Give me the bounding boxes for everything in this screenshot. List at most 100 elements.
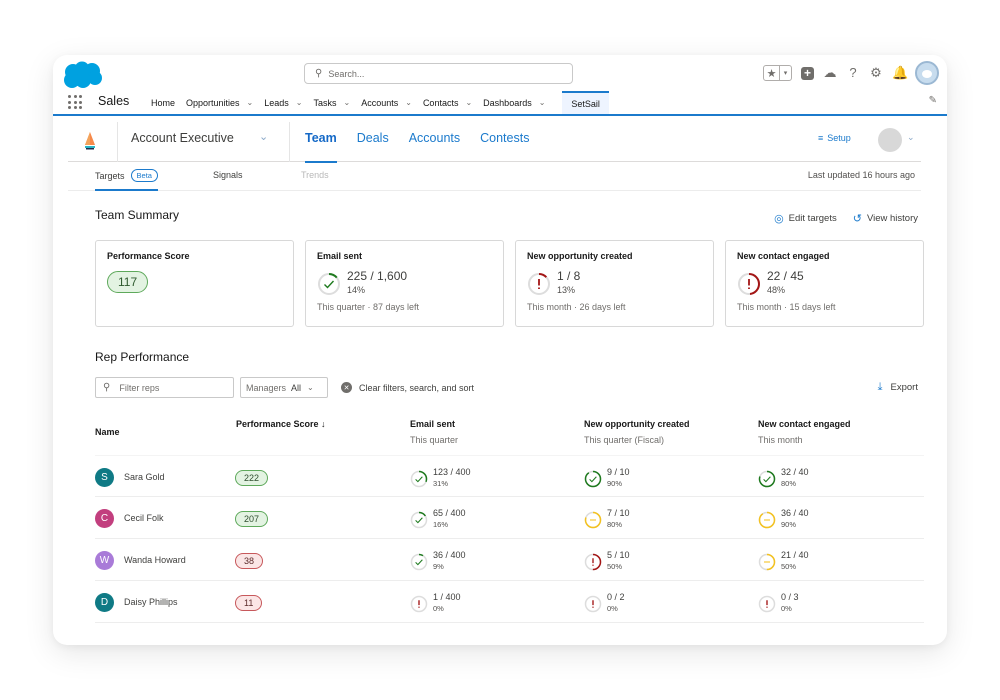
- card-title: Performance Score: [107, 251, 190, 261]
- metric-value: 0 / 2: [607, 592, 625, 602]
- chevron-down-icon[interactable]: ⌄: [465, 98, 472, 107]
- favorites-button[interactable]: ★ ▾: [763, 65, 792, 81]
- table-row[interactable]: W Wanda Howard 38 36 / 400 9% 5 / 10 50% 21 / 4…: [95, 539, 924, 581]
- edit-targets-button[interactable]: ◎ Edit targets: [774, 212, 837, 225]
- table-row[interactable]: D Daisy Phillips 11 1 / 400 0% 0 / 2 0% 0 / 3 0%: [95, 581, 924, 623]
- profile-chevron-down-icon[interactable]: ⌄: [907, 132, 915, 143]
- column-label: New opportunity created: [584, 419, 690, 429]
- global-search-input[interactable]: ⚲ Search...: [304, 63, 573, 84]
- metric-value: 1 / 400: [433, 592, 461, 602]
- favorites-star-icon[interactable]: ★: [764, 66, 780, 80]
- metric-value: 65 / 400: [433, 508, 466, 518]
- help-icon[interactable]: ?: [846, 66, 860, 80]
- metric-text: 21 / 40 50%: [781, 550, 809, 571]
- rep-name[interactable]: Daisy Phillips: [124, 597, 178, 607]
- nav-item-accounts[interactable]: Accounts ⌄: [361, 91, 412, 114]
- tab-deals[interactable]: Deals: [357, 118, 389, 162]
- search-placeholder: Search...: [328, 68, 365, 79]
- rep-name[interactable]: Wanda Howard: [124, 555, 186, 565]
- notifications-bell-icon[interactable]: 🔔: [892, 66, 908, 80]
- column-header-new-contact-engaged[interactable]: New contact engaged This month: [758, 419, 851, 445]
- checkmark-icon: [415, 476, 423, 483]
- chevron-down-icon[interactable]: ⌄: [296, 98, 303, 107]
- nav-item-label: Accounts: [361, 97, 399, 108]
- metric-text: 123 / 400 31%: [433, 467, 471, 488]
- metric-value: 225 / 1,600: [347, 269, 408, 283]
- app-launcher-icon[interactable]: [68, 95, 82, 109]
- column-subtitle: This month: [758, 435, 803, 445]
- checkmark-icon: [415, 559, 423, 566]
- column-header-new-opportunity-created[interactable]: New opportunity created This quarter (Fis…: [584, 419, 690, 445]
- profile-avatar[interactable]: [878, 128, 902, 152]
- metric-cell-opp: 9 / 10 90%: [584, 467, 630, 488]
- rep-name[interactable]: Sara Gold: [124, 472, 165, 482]
- nav-items: Home Opportunities ⌄ Leads ⌄ Tasks ⌄ Accounts ⌄ C…: [151, 91, 620, 114]
- view-history-button[interactable]: ↺ View history: [853, 212, 918, 225]
- export-button[interactable]: ⤓ Export: [878, 381, 918, 394]
- metric-percent: 48%: [767, 285, 786, 295]
- sub-tab-signals[interactable]: Signals: [213, 170, 243, 191]
- metric-text: 1 / 400 0%: [433, 592, 461, 613]
- app-name: Sales: [98, 94, 130, 108]
- nav-item-home[interactable]: Home: [151, 91, 175, 114]
- beta-badge: Beta: [130, 169, 158, 182]
- nav-item-tasks[interactable]: Tasks ⌄: [313, 91, 350, 114]
- nav-item-dashboards[interactable]: Dashboards ⌄: [483, 91, 545, 114]
- table-row[interactable]: C Cecil Folk 207 65 / 400 16% 7 / 10 80% 36 / 4…: [95, 497, 924, 539]
- setup-gear-icon[interactable]: ⚙: [869, 66, 883, 80]
- sub-tab-targets[interactable]: Targets Beta: [95, 169, 158, 191]
- role-selector[interactable]: Account Executive: [131, 131, 234, 145]
- trailhead-icon[interactable]: ☁: [823, 66, 837, 80]
- edit-nav-pencil-icon[interactable]: ✎: [929, 95, 937, 106]
- checkmark-icon: [324, 280, 335, 289]
- managers-filter-select[interactable]: Managers All ⌄: [240, 377, 328, 398]
- chevron-down-icon[interactable]: ⌄: [344, 98, 351, 107]
- search-icon: ⚲: [315, 68, 323, 79]
- column-label: Performance Score: [236, 419, 319, 429]
- metric-cell-email: 123 / 400 31%: [410, 467, 471, 488]
- table-body: S Sara Gold 222 123 / 400 31% 9 / 10 90% 32 / 4…: [95, 455, 924, 623]
- metric-text: 9 / 10 90%: [607, 467, 630, 488]
- nav-item-label: SetSail: [571, 98, 600, 109]
- metric-cell-opp: 7 / 10 80%: [584, 508, 630, 529]
- rep-avatar: W: [95, 551, 114, 570]
- favorites-dropdown-icon[interactable]: ▾: [780, 66, 791, 80]
- table-row[interactable]: S Sara Gold 222 123 / 400 31% 9 / 10 90% 32 / 4…: [95, 455, 924, 497]
- tab-accounts[interactable]: Accounts: [409, 118, 460, 162]
- metric-text: 1 / 8 13%: [557, 269, 580, 296]
- nav-item-leads[interactable]: Leads ⌄: [264, 91, 302, 114]
- nav-item-opportunities[interactable]: Opportunities ⌄: [186, 91, 253, 114]
- performance-score-badge: 207: [235, 511, 269, 527]
- setup-button[interactable]: ≡ Setup: [818, 133, 851, 143]
- nav-item-setsail[interactable]: SetSail: [562, 91, 609, 114]
- tab-contests[interactable]: Contests: [480, 118, 529, 162]
- filter-reps-input[interactable]: ⚲ Filter reps: [95, 377, 234, 398]
- progress-ring-bad: [584, 553, 602, 571]
- metric-value: 0 / 3: [781, 592, 799, 602]
- clear-filters-button[interactable]: ✕ Clear filters, search, and sort: [341, 382, 474, 393]
- rep-name[interactable]: Cecil Folk: [124, 513, 164, 523]
- column-header-email-sent[interactable]: Email sent This quarter: [410, 419, 458, 445]
- metric-value: 22 / 45: [767, 269, 804, 283]
- progress-ring-good: [318, 273, 340, 295]
- user-avatar[interactable]: [915, 61, 939, 85]
- salesforce-logo-icon[interactable]: [62, 61, 104, 89]
- progress-arc: [584, 470, 602, 488]
- chevron-down-icon[interactable]: ⌄: [405, 98, 412, 107]
- nav-item-contacts[interactable]: Contacts ⌄: [423, 91, 472, 114]
- progress-ring-bad: [758, 595, 776, 613]
- metric-text: 0 / 3 0%: [781, 592, 799, 613]
- global-actions-plus-icon[interactable]: +: [801, 66, 814, 80]
- progress-ring-bad: [528, 273, 550, 295]
- checkmark-icon: [415, 517, 423, 524]
- chevron-down-icon[interactable]: ⌄: [247, 98, 254, 107]
- column-header-performance-score[interactable]: Performance Score ↓: [236, 419, 326, 429]
- column-header-name[interactable]: Name: [95, 427, 120, 437]
- metric-percent: 80%: [781, 479, 797, 488]
- metric-value: 21 / 40: [781, 550, 809, 560]
- progress-ring-great: [584, 470, 602, 488]
- tab-team[interactable]: Team: [305, 118, 337, 163]
- sort-arrow-down-icon[interactable]: ↓: [319, 419, 326, 429]
- role-chevron-down-icon[interactable]: ⌄: [259, 130, 268, 143]
- chevron-down-icon[interactable]: ⌄: [539, 98, 546, 107]
